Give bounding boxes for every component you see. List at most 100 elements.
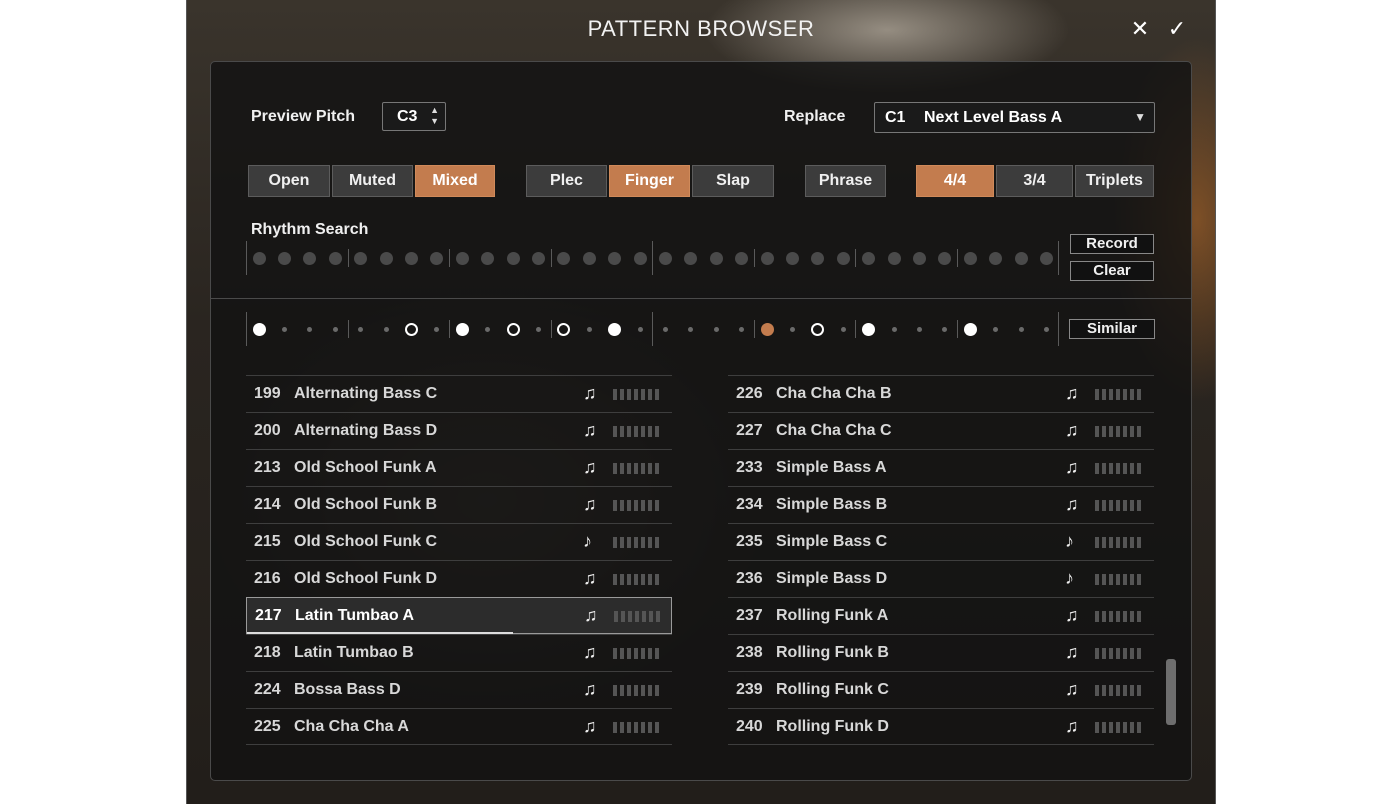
eighth-notes-icon: ♫ bbox=[1065, 679, 1079, 699]
pattern-list-item[interactable]: 199 Alternating Bass C ♫ bbox=[246, 375, 672, 412]
pattern-name: Cha Cha Cha C bbox=[776, 422, 892, 439]
rhythm-step[interactable] bbox=[455, 251, 469, 265]
stepper-arrows-icon[interactable]: ▲ ▼ bbox=[430, 105, 439, 127]
rhythm-step[interactable] bbox=[430, 251, 444, 265]
filter-finger-button[interactable]: Finger bbox=[609, 165, 690, 197]
rhythm-step[interactable] bbox=[506, 251, 520, 265]
rhythm-step[interactable] bbox=[887, 251, 901, 265]
replace-name: Next Level Bass A bbox=[924, 109, 1063, 126]
pattern-list-item[interactable]: 215 Old School Funk C ♪ bbox=[246, 523, 672, 560]
filter-open-button[interactable]: Open bbox=[248, 165, 330, 197]
pattern-list-item[interactable]: 239 Rolling Funk C ♫ bbox=[728, 671, 1154, 708]
rhythm-step[interactable] bbox=[1014, 251, 1028, 265]
filter-4-4-button[interactable]: 4/4 bbox=[916, 165, 994, 197]
pattern-step-small bbox=[383, 326, 389, 332]
rating-meter bbox=[613, 537, 663, 548]
rhythm-step[interactable] bbox=[557, 251, 571, 265]
filter-muted-button[interactable]: Muted bbox=[332, 165, 413, 197]
preview-pitch-label: Preview Pitch bbox=[251, 108, 356, 125]
pattern-number: 224 bbox=[254, 681, 281, 698]
pattern-number: 233 bbox=[736, 459, 763, 476]
rhythm-step[interactable] bbox=[862, 251, 876, 265]
pattern-list-item[interactable]: 240 Rolling Funk D ♫ bbox=[728, 708, 1154, 745]
rhythm-step[interactable] bbox=[684, 251, 698, 265]
filter-3-4-button[interactable]: 3/4 bbox=[996, 165, 1073, 197]
pattern-list-right: 226 Cha Cha Cha B ♫ 227 Cha Cha Cha C ♫ 233 Sim… bbox=[728, 375, 1154, 745]
rhythm-step[interactable] bbox=[1039, 251, 1053, 265]
pattern-list-item[interactable]: 236 Simple Bass D ♪ bbox=[728, 560, 1154, 597]
pattern-list-item[interactable]: 238 Rolling Funk B ♫ bbox=[728, 634, 1154, 671]
pattern-step-small bbox=[789, 326, 795, 332]
rhythm-step[interactable] bbox=[989, 251, 1003, 265]
pattern-list-item[interactable]: 235 Simple Bass C ♪ bbox=[728, 523, 1154, 560]
pattern-step-small bbox=[307, 326, 313, 332]
preview-pitch-stepper[interactable]: C3 ▲ ▼ bbox=[382, 102, 446, 131]
pattern-number: 216 bbox=[254, 570, 281, 587]
filter-plec-button[interactable]: Plec bbox=[526, 165, 607, 197]
rhythm-step[interactable] bbox=[836, 251, 850, 265]
pattern-step-ring bbox=[404, 322, 418, 336]
pattern-name: Simple Bass A bbox=[776, 459, 887, 476]
pattern-list-item[interactable]: 213 Old School Funk A ♫ bbox=[246, 449, 672, 486]
pattern-list-item[interactable]: 237 Rolling Funk A ♫ bbox=[728, 597, 1154, 634]
filter-phrase-button[interactable]: Phrase bbox=[805, 165, 886, 197]
eighth-notes-icon: ♫ bbox=[583, 679, 597, 699]
rhythm-step[interactable] bbox=[735, 251, 749, 265]
pattern-step-big bbox=[252, 322, 266, 336]
rhythm-step[interactable] bbox=[658, 251, 672, 265]
rhythm-step[interactable] bbox=[303, 251, 317, 265]
rhythm-step[interactable] bbox=[252, 251, 266, 265]
pattern-list-item[interactable]: 224 Bossa Bass D ♫ bbox=[246, 671, 672, 708]
rhythm-step[interactable] bbox=[328, 251, 342, 265]
rating-meter bbox=[1095, 648, 1145, 659]
pattern-step-small bbox=[891, 326, 897, 332]
pattern-number: 236 bbox=[736, 570, 763, 587]
rhythm-step[interactable] bbox=[633, 251, 647, 265]
rating-meter bbox=[613, 500, 663, 511]
rhythm-step[interactable] bbox=[811, 251, 825, 265]
rhythm-step[interactable] bbox=[404, 251, 418, 265]
rhythm-step[interactable] bbox=[481, 251, 495, 265]
rhythm-step[interactable] bbox=[938, 251, 952, 265]
check-icon[interactable]: ✓ bbox=[1164, 16, 1190, 42]
pattern-number: 235 bbox=[736, 533, 763, 550]
record-button[interactable]: Record bbox=[1070, 234, 1154, 254]
replace-dropdown[interactable]: C1 Next Level Bass A ▼ bbox=[874, 102, 1155, 133]
rhythm-step[interactable] bbox=[582, 251, 596, 265]
pattern-list-item[interactable]: 233 Simple Bass A ♫ bbox=[728, 449, 1154, 486]
pattern-name: Cha Cha Cha A bbox=[294, 718, 409, 735]
preview-pitch-value: C3 bbox=[397, 108, 418, 125]
rhythm-step[interactable] bbox=[608, 251, 622, 265]
rhythm-step[interactable] bbox=[354, 251, 368, 265]
pattern-step-ring bbox=[557, 322, 571, 336]
pattern-step-small bbox=[637, 326, 643, 332]
rhythm-step[interactable] bbox=[785, 251, 799, 265]
rhythm-step[interactable] bbox=[912, 251, 926, 265]
list-scrollbar[interactable] bbox=[1166, 659, 1176, 725]
pattern-list-item[interactable]: 218 Latin Tumbao B ♫ bbox=[246, 634, 672, 671]
beat-divider bbox=[753, 320, 755, 338]
pattern-list-item[interactable]: 225 Cha Cha Cha A ♫ bbox=[246, 708, 672, 745]
eighth-notes-icon: ♫ bbox=[583, 568, 597, 588]
rhythm-search-grid[interactable] bbox=[246, 241, 1061, 275]
rhythm-step[interactable] bbox=[531, 251, 545, 265]
pattern-list-item[interactable]: 200 Alternating Bass D ♫ bbox=[246, 412, 672, 449]
filter-slap-button[interactable]: Slap bbox=[692, 165, 774, 197]
eighth-notes-icon: ♫ bbox=[1065, 494, 1079, 514]
rhythm-step[interactable] bbox=[709, 251, 723, 265]
pattern-list-item[interactable]: 226 Cha Cha Cha B ♫ bbox=[728, 375, 1154, 412]
pattern-list-item[interactable]: 214 Old School Funk B ♫ bbox=[246, 486, 672, 523]
pattern-list-item[interactable]: 216 Old School Funk D ♫ bbox=[246, 560, 672, 597]
rhythm-step[interactable] bbox=[277, 251, 291, 265]
pattern-list-item[interactable]: 217 Latin Tumbao A ♫ bbox=[246, 597, 672, 634]
rhythm-step[interactable] bbox=[379, 251, 393, 265]
filter-mixed-button[interactable]: Mixed bbox=[415, 165, 495, 197]
rhythm-step[interactable] bbox=[963, 251, 977, 265]
close-icon[interactable]: ✕ bbox=[1127, 16, 1153, 42]
pattern-list-item[interactable]: 227 Cha Cha Cha C ♫ bbox=[728, 412, 1154, 449]
rhythm-step[interactable] bbox=[760, 251, 774, 265]
filter-triplets-button[interactable]: Triplets bbox=[1075, 165, 1154, 197]
pattern-list-item[interactable]: 234 Simple Bass B ♫ bbox=[728, 486, 1154, 523]
similar-button[interactable]: Similar bbox=[1069, 319, 1155, 339]
clear-button[interactable]: Clear bbox=[1070, 261, 1154, 281]
